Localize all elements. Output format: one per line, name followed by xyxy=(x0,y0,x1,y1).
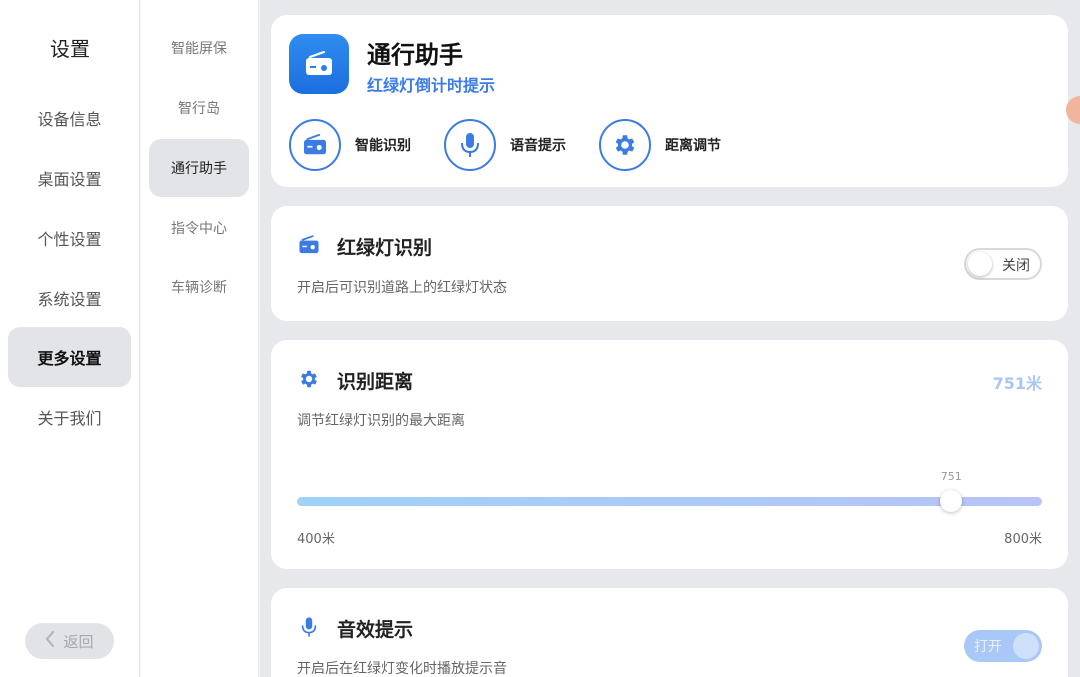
traffic-light-recognition-card: 红绿灯识别 开启后可识别道路上的红绿灯状态 关闭 xyxy=(271,206,1068,321)
section-description: 开启后可识别道路上的红绿灯状态 xyxy=(297,280,507,296)
toggle-knob xyxy=(1013,633,1039,659)
sound-effect-toggle[interactable]: 打开 xyxy=(964,630,1042,662)
content-area: 通行助手 红绿灯倒计时提示 智能识别 语音提示 距离调节 红绿灯识别 开启后可识… xyxy=(260,0,1080,677)
sub-sidebar: 智能屏保 智行岛 通行助手 指令中心 车辆诊断 xyxy=(141,0,259,677)
main-sidebar: 设置 设备信息 桌面设置 个性设置 系统设置 更多设置 关于我们 返回 xyxy=(0,0,140,677)
section-title: 识别距离 xyxy=(337,371,414,393)
settings-title: 设置 xyxy=(50,37,90,61)
traffic-light-toggle[interactable]: 关闭 xyxy=(964,248,1042,280)
slider-value-tip: 751 xyxy=(940,470,962,483)
sidebar-item-personal-settings[interactable]: 个性设置 xyxy=(8,208,131,268)
subnav-item-smart-screensaver[interactable]: 智能屏保 xyxy=(149,19,249,77)
radio-icon xyxy=(297,233,321,257)
distance-slider-handle[interactable] xyxy=(939,490,962,512)
microphone-icon xyxy=(297,615,321,639)
floating-ball[interactable] xyxy=(1066,96,1080,124)
toggle-label: 打开 xyxy=(974,639,1002,655)
feature-voice-prompt[interactable]: 语音提示 xyxy=(444,119,566,171)
distance-value: 751米 xyxy=(992,374,1042,393)
sidebar-item-more-settings[interactable]: 更多设置 xyxy=(8,327,131,387)
radio-icon xyxy=(289,34,349,94)
feature-distance-adjust[interactable]: 距离调节 xyxy=(599,119,721,171)
app-subtitle: 红绿灯倒计时提示 xyxy=(367,76,496,95)
slider-max-label: 800米 xyxy=(1004,532,1042,547)
app-header-card: 通行助手 红绿灯倒计时提示 智能识别 语音提示 距离调节 xyxy=(271,15,1068,187)
section-description: 调节红绿灯识别的最大距离 xyxy=(297,413,465,429)
back-button[interactable]: 返回 xyxy=(25,623,114,659)
sidebar-item-desktop-settings[interactable]: 桌面设置 xyxy=(8,148,131,208)
feature-label: 距离调节 xyxy=(665,138,721,154)
slider-min-label: 400米 xyxy=(297,532,335,547)
chevron-left-icon xyxy=(45,630,55,652)
subnav-item-traffic-assistant[interactable]: 通行助手 xyxy=(149,139,249,197)
radio-icon xyxy=(289,119,341,171)
sound-effect-card: 音效提示 开启后在红绿灯变化时播放提示音 打开 xyxy=(271,588,1068,677)
gear-icon xyxy=(599,119,651,171)
microphone-icon xyxy=(444,119,496,171)
subnav-item-vehicle-diagnosis[interactable]: 车辆诊断 xyxy=(149,258,249,316)
recognition-distance-card: 识别距离 751米 调节红绿灯识别的最大距离 751 400米 800米 xyxy=(271,340,1068,569)
feature-label: 智能识别 xyxy=(355,138,411,154)
app-title: 通行助手 xyxy=(367,41,463,69)
feature-label: 语音提示 xyxy=(510,138,566,154)
feature-smart-recognition[interactable]: 智能识别 xyxy=(289,119,411,171)
section-title: 红绿灯识别 xyxy=(337,237,433,259)
back-label: 返回 xyxy=(63,632,94,651)
sidebar-item-about-us[interactable]: 关于我们 xyxy=(8,387,131,447)
distance-slider-track[interactable] xyxy=(297,497,1042,506)
sidebar-item-device-info[interactable]: 设备信息 xyxy=(8,88,131,148)
section-description: 开启后在红绿灯变化时播放提示音 xyxy=(297,661,507,677)
gear-icon xyxy=(297,367,321,391)
section-title: 音效提示 xyxy=(337,619,414,641)
subnav-item-command-center[interactable]: 指令中心 xyxy=(149,199,249,257)
sidebar-item-system-settings[interactable]: 系统设置 xyxy=(8,268,131,328)
toggle-knob xyxy=(968,252,992,276)
subnav-item-smart-island[interactable]: 智行岛 xyxy=(149,79,249,137)
toggle-label: 关闭 xyxy=(1002,258,1030,274)
